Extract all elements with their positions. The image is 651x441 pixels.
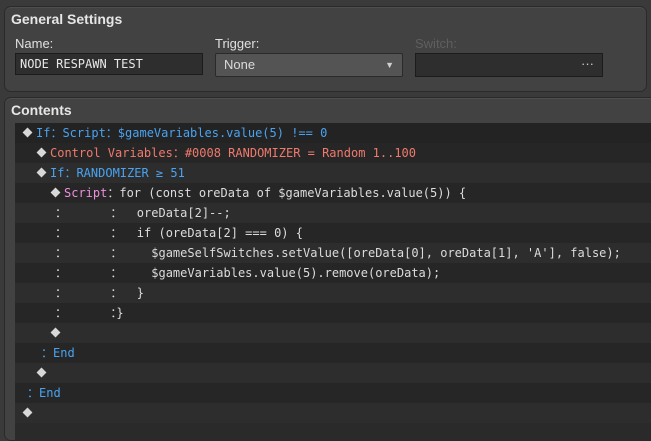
event-command-row[interactable]: ： ： } xyxy=(15,283,651,303)
event-command-row[interactable] xyxy=(15,323,651,343)
diamond-icon xyxy=(36,367,47,378)
command-text: If xyxy=(36,126,51,140)
event-command-row[interactable]: Control Variables：#0008 RANDOMIZER = Ran… xyxy=(15,143,651,163)
contents-panel: Contents If：Script：$gameVariables.value(… xyxy=(4,97,651,441)
event-command-row[interactable]: ： ： if (oreData[2] === 0) { xyxy=(15,223,651,243)
event-command-row[interactable]: ： ： oreData[2]--; xyxy=(15,203,651,223)
event-command-row[interactable]: ： ： $gameVariables.value(5).remove(oreDa… xyxy=(15,263,651,283)
event-command-row[interactable]: ： ：} xyxy=(15,303,651,323)
event-command-row[interactable]: ：End xyxy=(15,343,651,363)
command-text: ：for (const oreData of $gameVariables.va… xyxy=(107,186,467,200)
command-text: Control Variables：#0008 RANDOMIZER = Ran… xyxy=(50,146,417,160)
event-command-list[interactable]: If：Script：$gameVariables.value(5) !== 0 C… xyxy=(15,123,651,440)
contents-title: Contents xyxy=(11,102,72,118)
diamond-icon xyxy=(36,147,47,158)
trigger-value: None xyxy=(224,57,256,72)
diamond-icon xyxy=(50,327,61,338)
trigger-label: Trigger: xyxy=(215,36,260,51)
event-command-row[interactable] xyxy=(15,363,651,383)
event-command-row[interactable] xyxy=(15,403,651,423)
command-text: ： ： $gameVariables.value(5).remove(oreDa… xyxy=(55,266,441,280)
event-command-row[interactable]: If：RANDOMIZER ≥ 51 xyxy=(15,163,651,183)
command-text: ：Script：$gameVariables.value(5) !== 0 xyxy=(50,126,328,140)
command-text: ： ： if (oreData[2] === 0) { xyxy=(55,226,303,240)
event-command-row[interactable]: ：End xyxy=(15,383,651,403)
command-text: ：End xyxy=(41,346,75,360)
command-text: ：End xyxy=(27,386,61,400)
diamond-icon xyxy=(50,187,61,198)
chevron-down-icon: ▼ xyxy=(385,60,394,70)
command-text: ： ： } xyxy=(55,286,145,300)
name-label: Name: xyxy=(15,36,54,51)
event-command-row[interactable]: If：Script：$gameVariables.value(5) !== 0 xyxy=(15,123,651,143)
diamond-icon xyxy=(22,127,33,138)
ellipsis-icon[interactable]: ··· xyxy=(581,54,594,74)
trigger-select[interactable]: None ▼ xyxy=(215,53,403,77)
general-settings-title: General Settings xyxy=(11,11,123,27)
general-settings-panel: General Settings Name: NODE RESPAWN TEST… xyxy=(4,6,647,92)
command-text: ： ：} xyxy=(55,306,124,320)
switch-selector[interactable]: ··· xyxy=(415,53,603,77)
event-command-row[interactable]: Script：for (const oreData of $gameVariab… xyxy=(15,183,651,203)
name-input[interactable]: NODE RESPAWN TEST xyxy=(15,53,203,75)
command-text: ： ： $gameSelfSwitches.setValue([oreData[… xyxy=(55,246,621,260)
command-text: If：RANDOMIZER ≥ 51 xyxy=(50,166,185,180)
command-text: ： ： oreData[2]--; xyxy=(55,206,231,220)
switch-label: Switch: xyxy=(415,36,457,51)
diamond-icon xyxy=(36,167,47,178)
command-text: Script xyxy=(64,186,108,200)
diamond-icon xyxy=(22,407,33,418)
event-command-row[interactable]: ： ： $gameSelfSwitches.setValue([oreData[… xyxy=(15,243,651,263)
